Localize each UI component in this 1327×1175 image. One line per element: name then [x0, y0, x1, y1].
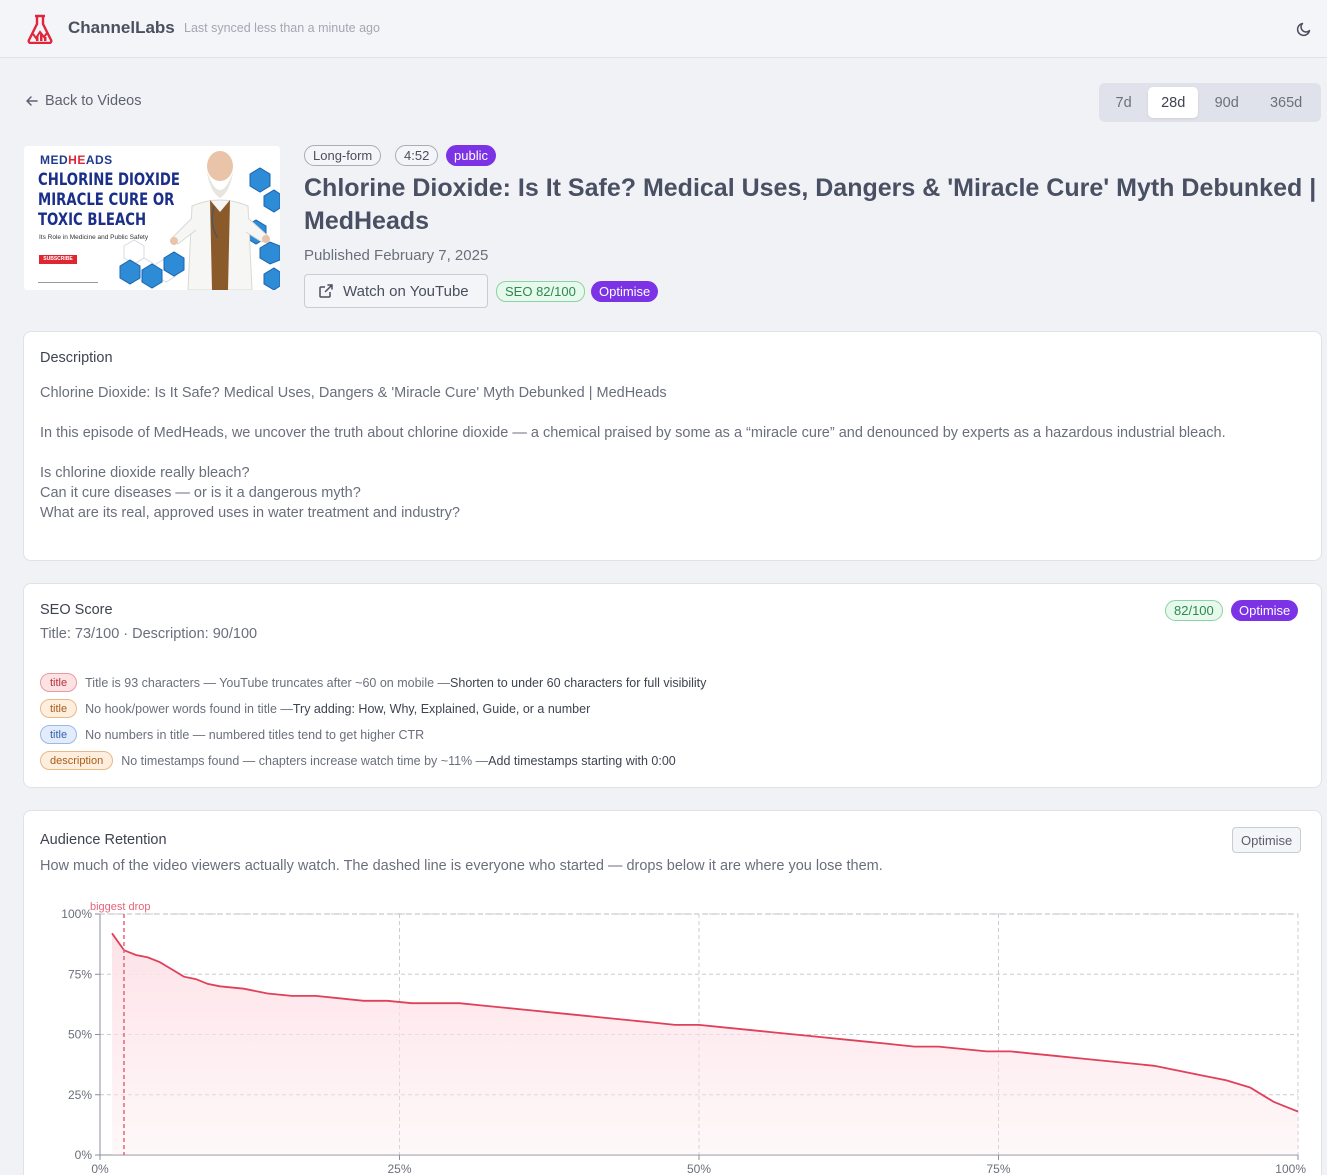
seo-breakdown: Title: 73/100 · Description: 90/100 — [40, 626, 258, 642]
audience-retention-card: Audience Retention Optimise How much of … — [23, 810, 1322, 1175]
y-tick-label: 50% — [68, 1028, 92, 1042]
sync-status: Last synced less than a minute ago — [184, 21, 380, 35]
range-365d[interactable]: 365d — [1255, 87, 1317, 118]
issue-text: No hook/power words found in title — — [85, 701, 293, 716]
duration-badge: 4:52 — [395, 145, 439, 166]
issue-text: No timestamps found — chapters increase … — [121, 753, 489, 768]
issue-fix: Shorten to under 60 characters for full … — [450, 675, 707, 690]
arrow-left-icon — [26, 96, 38, 106]
thumbnail-subline: Its Role in Medicine and Public Safety — [39, 234, 149, 241]
format-badge: Long-form — [304, 145, 382, 166]
top-bar: ChannelLabs Last synced less than a minu… — [0, 0, 1327, 58]
watch-label: Watch on YouTube — [343, 282, 469, 300]
seo-heading: SEO Score — [40, 602, 113, 618]
seo-issue: description No timestamps found — chapte… — [40, 751, 676, 770]
issue-fix: Try adding: How, Why, Explained, Guide, … — [292, 701, 591, 716]
y-tick-label: 100% — [61, 907, 92, 921]
biggest-drop-label: biggest drop — [90, 901, 151, 913]
thumbnail-subscribe: SUBSCRIBE — [39, 255, 77, 264]
range-90d[interactable]: 90d — [1200, 87, 1253, 118]
watch-on-youtube-button[interactable]: Watch on YouTube — [304, 274, 488, 308]
y-tick-label: 75% — [68, 967, 92, 981]
seo-issue: title Title is 93 characters — YouTube t… — [40, 673, 706, 692]
issue-tag: description — [40, 751, 114, 770]
date-range-selector: 7d 28d 90d 365d — [1099, 83, 1321, 122]
x-tick-label: 0% — [91, 1162, 109, 1175]
moon-icon[interactable] — [1296, 21, 1312, 37]
video-title: Chlorine Dioxide: Is It Safe? Medical Us… — [304, 174, 1317, 235]
description-heading: Description — [40, 350, 113, 366]
retention-chart: 0%0%25%25%50%50%75%75%100%100%biggest dr… — [61, 901, 1306, 1175]
back-label: Back to Videos — [45, 93, 142, 109]
seo-card-score-badge: 82/100 — [1165, 600, 1223, 621]
description-card: Description Chlorine Dioxide: Is It Safe… — [23, 331, 1322, 561]
seo-score-card: SEO Score 82/100 Optimise Title: 73/100 … — [23, 583, 1322, 788]
seo-optimise-button[interactable]: Optimise — [1231, 600, 1299, 621]
issue-fix: Add timestamps starting with 0:00 — [488, 753, 676, 768]
range-28d[interactable]: 28d — [1148, 87, 1199, 118]
external-link-icon — [319, 284, 333, 298]
y-tick-label: 25% — [68, 1088, 92, 1102]
flask-logo-icon[interactable] — [26, 14, 54, 44]
published-date: Published February 7, 2025 — [304, 247, 489, 264]
seo-issue: title No hook/power words found in title… — [40, 699, 590, 718]
range-7d[interactable]: 7d — [1103, 87, 1144, 118]
thumbnail-headline: CHLORINE DIOXIDE MIRACLE CURE OR TOXIC B… — [38, 170, 180, 230]
y-tick-label: 0% — [75, 1148, 93, 1162]
thumbnail-brand: MEDHEADS — [40, 153, 113, 167]
x-tick-label: 50% — [687, 1162, 711, 1175]
description-body: Chlorine Dioxide: Is It Safe? Medical Us… — [40, 385, 1226, 521]
optimise-button[interactable]: Optimise — [591, 281, 659, 302]
x-tick-label: 25% — [387, 1162, 411, 1175]
retention-area — [112, 933, 1298, 1155]
brand-name[interactable]: ChannelLabs — [68, 18, 175, 38]
seo-score-badge: SEO 82/100 — [496, 281, 585, 302]
x-tick-label: 100% — [1275, 1162, 1306, 1175]
video-thumbnail[interactable]: MEDHEADS CHLORINE DIOXIDE MIRACLE CURE O… — [24, 146, 280, 290]
visibility-badge: public — [446, 145, 496, 166]
seo-issue: title No numbers in title — numbered tit… — [40, 725, 424, 744]
issue-text: Title is 93 characters — YouTube truncat… — [85, 675, 451, 690]
issue-text: No numbers in title — numbered titles te… — [85, 727, 425, 742]
x-tick-label: 75% — [986, 1162, 1010, 1175]
issue-tag: title — [40, 673, 78, 692]
back-to-videos-link[interactable]: Back to Videos — [25, 93, 141, 109]
issue-tag: title — [40, 725, 78, 744]
issue-tag: title — [40, 699, 78, 718]
